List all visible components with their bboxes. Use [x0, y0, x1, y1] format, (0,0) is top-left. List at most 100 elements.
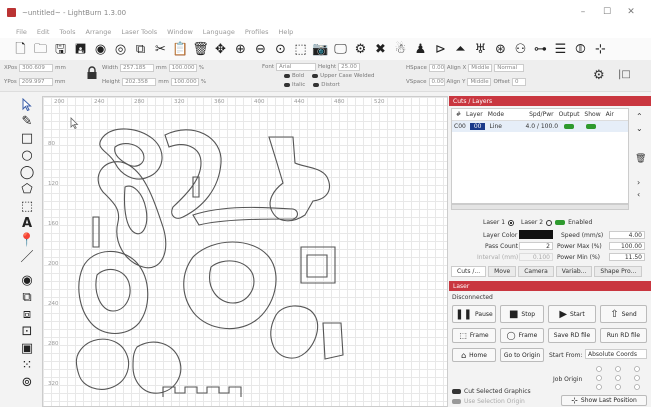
text-path-icon[interactable]: |□ — [618, 69, 631, 80]
output-toggle[interactable] — [564, 124, 575, 129]
italic-toggle[interactable] — [284, 83, 290, 87]
rectangle-icon[interactable]: □ — [17, 130, 37, 147]
text-tool-icon[interactable]: A — [17, 215, 37, 232]
home-button[interactable]: ⌂ Home — [452, 348, 496, 362]
tab-move[interactable]: Move — [488, 266, 517, 277]
distort-toggle[interactable] — [313, 83, 320, 87]
normal-select[interactable]: Normal — [494, 64, 525, 72]
show-last-position-button[interactable]: ⊹ Show Last Position — [561, 395, 647, 406]
frame-rect-button[interactable]: ⬚ Frame — [452, 328, 496, 343]
speed-input[interactable]: 4.00 — [609, 231, 645, 239]
boolean-union-icon[interactable]: ⧉ — [17, 289, 37, 306]
send-button[interactable]: ⇧ Send — [600, 305, 647, 323]
move-up-icon[interactable]: ⌃ — [636, 112, 643, 121]
interval-input[interactable]: 0.100 — [519, 253, 553, 261]
width-input[interactable]: 257.185 — [119, 64, 154, 72]
delete-icon[interactable]: 🗑 — [192, 41, 209, 58]
menu-window[interactable]: Window — [167, 28, 193, 36]
power-min-input[interactable]: 11.50 — [609, 253, 645, 261]
close-button[interactable]: ✕ — [624, 7, 638, 17]
cut-icon[interactable]: ✂ — [152, 41, 169, 58]
font-height-input[interactable]: 25.00 — [338, 63, 361, 71]
new-file-icon[interactable]: 🗋 — [12, 41, 29, 58]
arrange-3-icon[interactable]: ♅ — [472, 41, 489, 58]
job-origin-grid[interactable] — [591, 365, 645, 391]
ypos-input[interactable]: 209.997 — [18, 78, 53, 86]
layer-color-box[interactable] — [519, 230, 553, 239]
move-down-icon[interactable]: ⌄ — [636, 124, 643, 133]
save-as-icon[interactable]: 🖪 — [72, 41, 89, 58]
design-canvas[interactable]: 200 240 280 320 360 400 440 480 520 80 1… — [42, 96, 448, 407]
distribute-icon[interactable]: ⦷ — [572, 41, 589, 58]
menu-arrange[interactable]: Arrange — [86, 28, 112, 36]
font-select[interactable]: Arial — [275, 63, 316, 71]
zoom-selection-icon[interactable]: ⬚ — [292, 41, 309, 58]
menu-laser-tools[interactable]: Laser Tools — [121, 28, 157, 36]
settings-icon[interactable]: ⚙ — [352, 41, 369, 58]
zoom-out-icon[interactable]: ⊖ — [252, 41, 269, 58]
laser1-radio[interactable] — [508, 219, 515, 226]
alignx-select[interactable]: Middle — [468, 64, 493, 72]
show-toggle[interactable] — [586, 124, 597, 129]
arrange-2-icon[interactable]: ⏶ — [452, 41, 469, 58]
menu-tools[interactable]: Tools — [59, 28, 75, 36]
vspace-input[interactable]: 0.00 — [428, 78, 445, 86]
select-arrow-icon[interactable] — [17, 96, 37, 113]
layers-h-scrollbar[interactable] — [451, 204, 629, 210]
scroll-right-icon[interactable]: › — [637, 178, 640, 187]
tab-shape-properties[interactable]: Shape Pro... — [594, 266, 643, 277]
maximize-button[interactable]: ☐ — [600, 7, 614, 17]
group-icon[interactable]: ⚇ — [512, 41, 529, 58]
camera-icon[interactable]: 📷 — [312, 41, 329, 58]
menu-language[interactable]: Language — [203, 28, 235, 36]
height-input[interactable]: 202.358 — [122, 78, 157, 86]
aligny-select[interactable]: Middle — [467, 78, 492, 86]
menu-file[interactable]: File — [16, 28, 27, 36]
ungroup-icon[interactable]: ⊶ — [532, 41, 549, 58]
offset-tool-icon[interactable]: ◉ — [17, 272, 37, 289]
laser2-radio[interactable] — [546, 219, 553, 226]
lock-icon[interactable] — [86, 66, 98, 80]
arrange-icon[interactable]: ⊳ — [432, 41, 449, 58]
align-icon[interactable]: ☰ — [552, 41, 569, 58]
enabled-toggle[interactable] — [555, 220, 566, 225]
tab-variables[interactable]: Variab... — [555, 266, 593, 277]
scroll-left-icon[interactable]: ‹ — [637, 190, 640, 199]
tab-camera[interactable]: Camera — [518, 266, 554, 277]
goto-origin-button[interactable]: Go to Origin — [500, 348, 544, 362]
cut-selected-toggle[interactable] — [452, 389, 461, 394]
import-icon[interactable]: ◉ — [92, 41, 109, 58]
use-selection-toggle[interactable] — [452, 399, 461, 404]
open-file-icon[interactable]: 🗀 — [32, 41, 49, 58]
width-pct-input[interactable]: 100.000 — [168, 64, 197, 72]
menu-profiles[interactable]: Profiles — [245, 28, 269, 36]
xpos-input[interactable]: 300.609 — [19, 64, 54, 72]
paste-icon[interactable]: 📋 — [172, 41, 189, 58]
row-mode[interactable]: Line — [489, 123, 521, 130]
zoom-in-icon[interactable]: ⊕ — [232, 41, 249, 58]
run-rd-button[interactable]: Run RD file — [600, 328, 647, 343]
circular-array-icon[interactable]: ⊚ — [17, 374, 37, 391]
users-icon[interactable]: ☃ — [392, 41, 409, 58]
layer-color-swatch[interactable]: 00 — [469, 123, 486, 130]
offset-input[interactable]: 0 — [511, 78, 526, 86]
save-icon[interactable]: 🖫 — [52, 41, 69, 58]
save-rd-button[interactable]: Save RD file — [548, 328, 596, 343]
measure-tool-icon[interactable]: ／ — [17, 249, 37, 266]
weld-tool-icon[interactable]: ▣ — [17, 340, 37, 357]
user-icon[interactable]: ♟ — [412, 41, 429, 58]
polygon-icon[interactable]: ⬠ — [17, 181, 37, 198]
start-button[interactable]: ▶ Start — [548, 305, 596, 323]
upper-case-toggle[interactable] — [312, 74, 319, 78]
center-icon[interactable]: ⊹ — [592, 41, 609, 58]
boolean-subtract-icon[interactable]: ⧈ — [17, 306, 37, 323]
pause-button[interactable]: ❚❚ Pause — [452, 305, 496, 323]
hspace-input[interactable]: 0.00 — [428, 64, 445, 72]
power-max-input[interactable]: 100.00 — [609, 242, 645, 250]
grid-array-icon[interactable]: ⁙ — [17, 357, 37, 374]
ellipse-icon[interactable]: ○ — [17, 147, 37, 164]
start-from-select[interactable]: Absolute Coords — [585, 349, 647, 359]
bold-toggle[interactable] — [284, 74, 290, 78]
design-shapes[interactable] — [43, 97, 448, 407]
frame-circle-button[interactable]: ◯ Frame — [500, 328, 544, 343]
